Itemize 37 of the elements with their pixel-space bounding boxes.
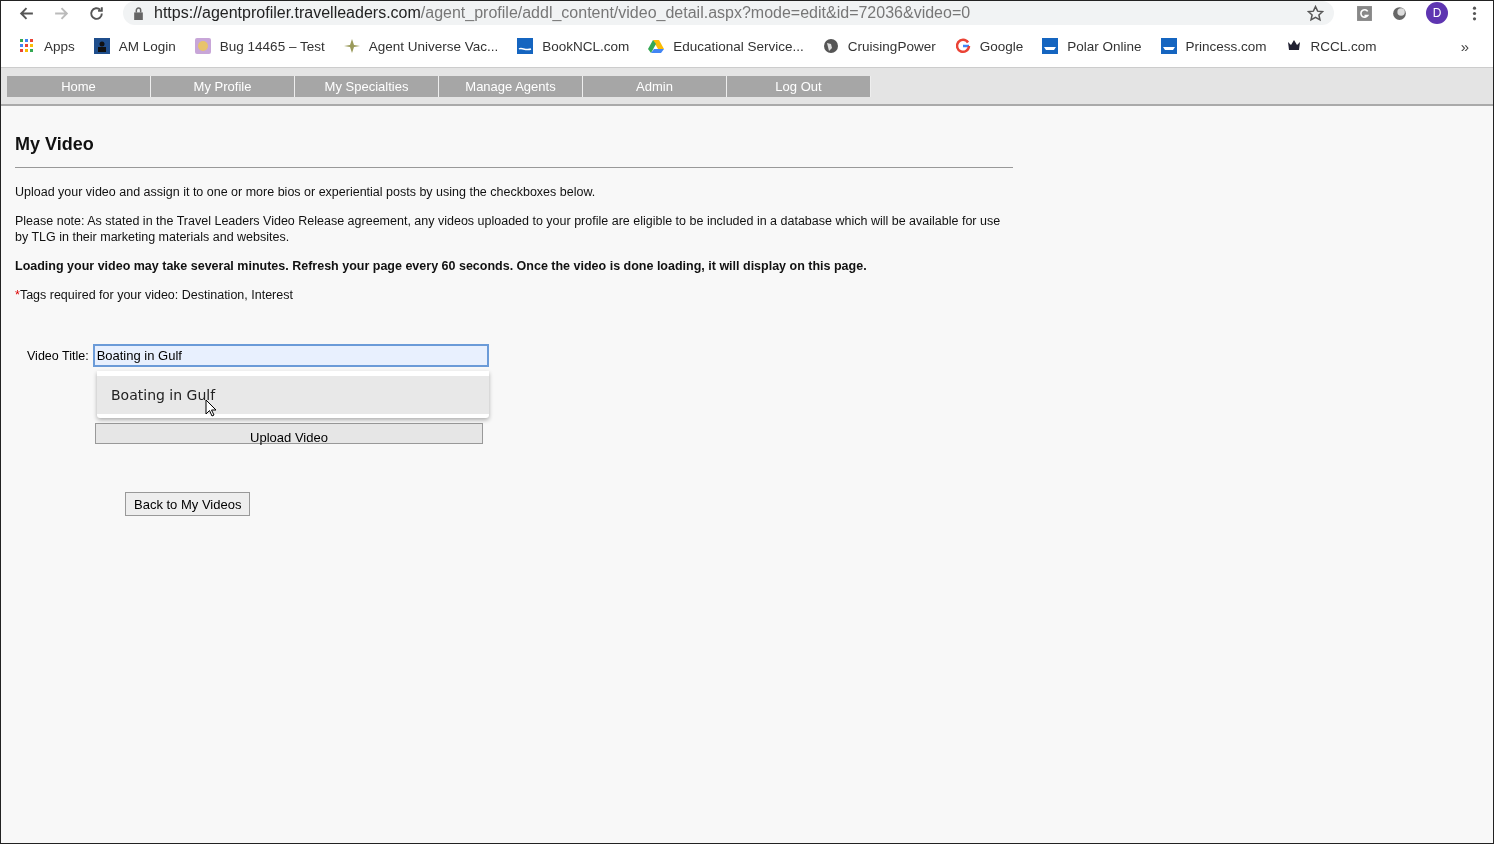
video-title-field[interactable]: Boating in Gulf (92, 344, 489, 367)
bookmark-link[interactable]: Apps (19, 38, 75, 54)
people-icon (93, 38, 110, 54)
ship-logo-icon (1042, 38, 1059, 54)
intro-text: Upload your video and assign it to one or more bios or experiential posts by using the checkboxes below. (15, 184, 597, 200)
apps-grid-icon (19, 38, 35, 54)
star-icon[interactable] (1307, 4, 1324, 22)
back-button[interactable]: Back to My Videos (125, 492, 251, 516)
bookmark-link[interactable]: RCCL.com (1285, 38, 1377, 54)
wave-logo-icon (517, 38, 534, 54)
google-g-icon (954, 38, 971, 54)
profile-avatar[interactable]: D (1426, 2, 1448, 24)
drive-icon (648, 38, 665, 54)
upload-video-button[interactable]: Upload Video (95, 423, 483, 444)
globe-icon (822, 38, 839, 54)
bookmark-link[interactable]: AM Login (93, 38, 176, 54)
bookmark-link[interactable]: Educational Service... (648, 38, 804, 54)
autocomplete-option[interactable]: Boating in Gulf (97, 375, 489, 414)
lock-icon (133, 6, 144, 20)
reload-icon[interactable] (88, 4, 105, 22)
ship-logo-icon (1160, 38, 1177, 54)
bookmark-link[interactable]: Agent Universe Vac... (343, 38, 499, 54)
bookmark-link[interactable]: Bug 14465 – Test (194, 38, 325, 54)
page-title: My Video (15, 134, 95, 155)
release-note: Please note: As stated in the Travel Leaders Video Release agreement, any videos uploaded to your profile are eligible to be included in a database which will be available for use by TLG in their marketing materials and websites. (15, 213, 1002, 245)
tags-note: Tags required for your video: Destination, Interest (19, 288, 293, 302)
required-mark: * (15, 288, 20, 302)
bookmark-link[interactable]: Princess.com (1160, 38, 1267, 54)
cartoon-icon (194, 38, 211, 54)
field-label: Video Title: (27, 348, 89, 363)
loading-warning: Loading your video may take several minutes. Refresh your page every 60 seconds. Once the video is done loading, it will display on this page. (15, 258, 868, 274)
address-bar[interactable]: https://agentprofiler.travelleaders.com/agent_profile/addl_content/video_detail.aspx?mode=edit&id=72036&video=0 (123, 1, 1334, 25)
bookmark-link[interactable]: Google (954, 38, 1024, 54)
bookmark-link[interactable]: Polar Online (1042, 38, 1142, 54)
more-bookmarks-button[interactable]: » (1460, 37, 1483, 55)
bookmark-link[interactable]: CruisingPower (822, 38, 936, 54)
bookmark-link[interactable]: BookNCL.com (517, 38, 630, 54)
